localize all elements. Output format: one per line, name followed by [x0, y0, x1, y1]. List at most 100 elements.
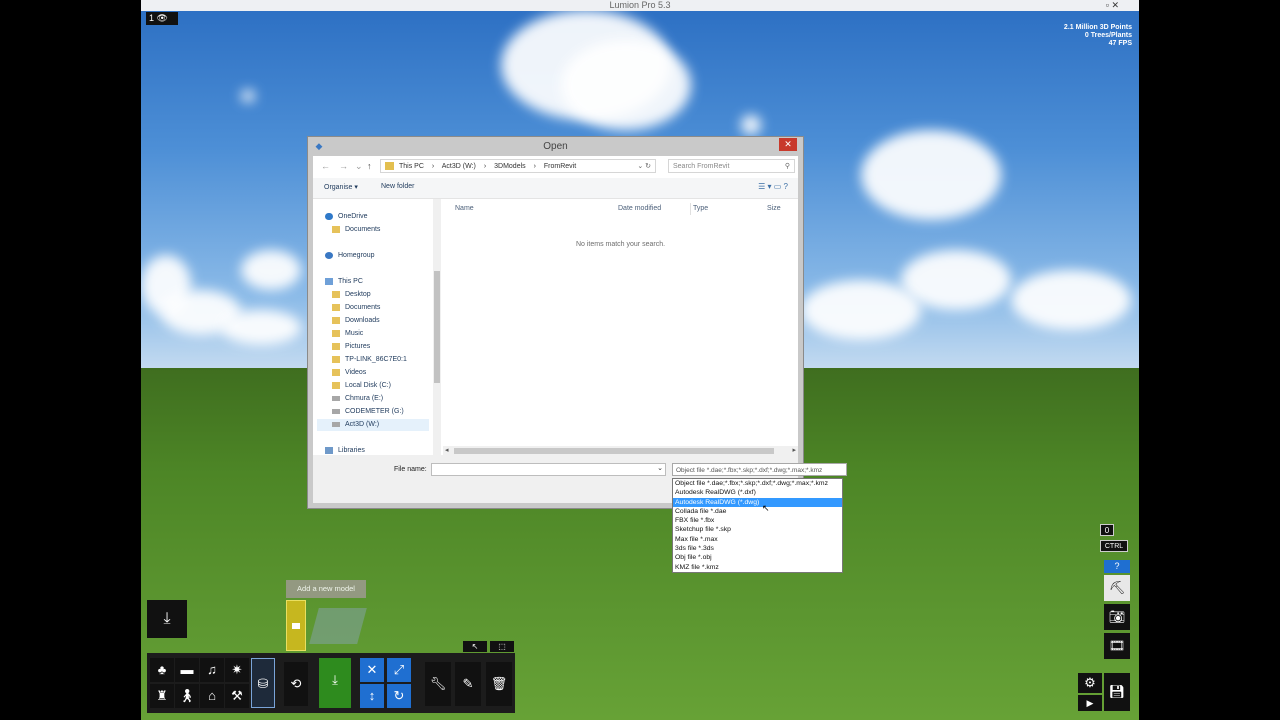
library-icon [325, 446, 333, 454]
address-bar[interactable]: This PC › Act3D (W:) › 3DModels › FromRe… [380, 159, 656, 173]
nav-item-codemeter[interactable]: CODEMETER (G:) [332, 406, 404, 418]
column-divider[interactable] [690, 203, 691, 215]
import-model-button[interactable]: ⤓ [147, 600, 187, 638]
add-model-tooltip: Add a new model [286, 580, 366, 598]
nav-item-music[interactable]: Music [332, 328, 363, 340]
zero-button[interactable]: 0 [1100, 524, 1114, 536]
people-icon[interactable]: 🚶︎ [175, 684, 199, 708]
rotate-icon[interactable]: ↻ [387, 684, 411, 708]
column-type[interactable]: Type [693, 205, 708, 212]
column-date-modified[interactable]: Date modified [618, 205, 661, 212]
height-icon[interactable]: ↕ [360, 684, 384, 708]
file-type-option[interactable]: Object file *.dae;*.fbx;*.skp;*.dxf;*.dw… [673, 479, 842, 488]
file-type-option[interactable]: Autodesk RealDWG (*.dxf) [673, 488, 842, 497]
file-type-option[interactable]: KMZ file *.kmz [673, 563, 842, 572]
refresh-icon[interactable]: ⌄ ↻ [637, 160, 651, 174]
outdoor-icon[interactable]: ⌂ [200, 684, 224, 708]
folder-icon [332, 342, 340, 350]
view-options-icons[interactable]: ☰ ▾ ▭ ? [758, 182, 788, 191]
search-icon[interactable]: ⚲ [785, 160, 790, 174]
breadcrumb-3dmodels[interactable]: 3DModels [494, 163, 526, 170]
nav-item-documents-pc[interactable]: Documents [332, 302, 380, 314]
ctrl-button[interactable]: CTRL [1100, 540, 1128, 552]
file-type-option[interactable]: Max file *.max [673, 535, 842, 544]
model-thumbnail[interactable] [309, 608, 367, 644]
nav-item-tp-link[interactable]: TP-LINK_86C7E0:1 [332, 354, 407, 366]
transport-icon[interactable]: ▬ [175, 658, 199, 682]
camera-icon[interactable]: 📷︎ [1104, 604, 1130, 630]
help-button[interactable]: ? [1104, 560, 1130, 573]
save-icon[interactable]: 💾︎ [1104, 673, 1130, 711]
movie-icon[interactable]: 🎞︎ [1104, 633, 1130, 659]
navigation-pane: OneDrive Documents Homegroup This PC Des… [313, 199, 433, 455]
nav-item-this-pc[interactable]: This PC [325, 276, 363, 288]
file-list[interactable]: Name Date modified Type Size No items ma… [443, 199, 798, 455]
forward-button[interactable]: → [339, 161, 348, 171]
nav-item-act3d[interactable]: Act3D (W:) [317, 419, 429, 431]
nav-item-pictures[interactable]: Pictures [332, 341, 370, 353]
back-button[interactable]: ← [321, 161, 330, 171]
breadcrumb-sep[interactable]: › [534, 163, 536, 170]
sound-icon[interactable]: ♫ [200, 658, 224, 682]
move-icon[interactable]: ✕ [360, 658, 384, 682]
file-type-select[interactable]: Object file *.dae;*.fbx;*.skp;*.dxf;*.dw… [672, 463, 847, 476]
scroll-right-icon[interactable]: ▸ [792, 446, 796, 454]
viewport-badge[interactable]: 1 👁 [146, 12, 178, 25]
indoor-icon[interactable]: ♜ [150, 684, 174, 708]
nav-item-videos[interactable]: Videos [332, 367, 366, 379]
special-objects-icon[interactable]: ⚒ [225, 684, 249, 708]
scroll-left-icon[interactable]: ◂ [445, 446, 449, 454]
breadcrumb-sep[interactable]: › [432, 163, 434, 170]
file-name-input[interactable]: ⌄ [431, 463, 666, 476]
organise-button[interactable]: Organise ▾ [324, 183, 358, 191]
swap-icon[interactable]: ⟲ [284, 662, 308, 706]
breadcrumb-this-pc[interactable]: This PC [399, 163, 424, 170]
window-controls[interactable]: ▫ ✕ [1106, 0, 1119, 11]
file-type-option[interactable]: FBX file *.fbx [673, 516, 842, 525]
trash-icon[interactable]: 🗑︎ [486, 662, 512, 706]
file-type-option-highlighted[interactable]: Autodesk RealDWG (*.dwg) [673, 497, 842, 507]
nav-item-local-disk[interactable]: Local Disk (C:) [332, 380, 391, 392]
scrollbar-thumb[interactable] [454, 448, 774, 454]
chevron-down-icon[interactable]: ⌄ [657, 464, 663, 472]
file-type-dropdown-list[interactable]: Object file *.dae;*.fbx;*.skp;*.dxf;*.dw… [672, 478, 843, 573]
wrench-icon[interactable]: 🔧︎ [425, 662, 451, 706]
scrollbar-thumb[interactable] [434, 271, 440, 383]
search-input[interactable]: Search FromRevit ⚲ [668, 159, 795, 173]
recent-dropdown-button[interactable]: ⌄ [355, 161, 363, 172]
nav-item-desktop[interactable]: Desktop [332, 289, 371, 301]
scale-icon[interactable]: ⤢ [387, 658, 411, 682]
build-mode-icon[interactable]: ⛏ [1104, 575, 1130, 601]
nav-item-homegroup[interactable]: Homegroup [325, 250, 375, 262]
box-select-icon[interactable]: ⬚ [490, 641, 514, 652]
nav-item-onedrive[interactable]: OneDrive [325, 211, 368, 223]
pencil-icon[interactable]: ✎ [455, 662, 481, 706]
breadcrumb-sep[interactable]: › [484, 163, 486, 170]
command-bar: Organise ▾ New folder ☰ ▾ ▭ ? [313, 178, 798, 199]
place-object-button[interactable]: ⤓ [319, 658, 351, 708]
select-icon[interactable]: ↖ [463, 641, 487, 652]
file-type-option[interactable]: Obj file *.obj [673, 553, 842, 562]
nav-item-downloads[interactable]: Downloads [332, 315, 380, 327]
horizontal-scrollbar[interactable]: ◂ ▸ [443, 446, 798, 455]
nav-item-documents[interactable]: Documents [332, 224, 380, 236]
column-name[interactable]: Name [455, 205, 474, 212]
file-type-option[interactable]: Sketchup file *.skp [673, 525, 842, 534]
imported-model-category-icon[interactable]: ⛁ [251, 658, 275, 708]
nav-scrollbar[interactable] [433, 199, 441, 455]
close-button[interactable]: ✕ [779, 138, 797, 151]
imported-models-tab[interactable] [286, 600, 306, 651]
nav-item-chmura[interactable]: Chmura (E:) [332, 393, 383, 405]
breadcrumb-fromrevit[interactable]: FromRevit [544, 163, 576, 170]
gear-icon[interactable]: ⚙ [1078, 673, 1102, 693]
effects-icon[interactable]: ✷ [225, 658, 249, 682]
nav-item-label: Documents [345, 304, 381, 311]
file-type-option[interactable]: 3ds file *.3ds [673, 544, 842, 553]
play-icon[interactable]: ▶ [1078, 695, 1102, 711]
file-type-option[interactable]: Collada file *.dae [673, 507, 842, 516]
column-size[interactable]: Size [767, 205, 781, 212]
up-button[interactable]: ↑ [367, 161, 372, 171]
nature-icon[interactable]: ♣ [150, 658, 174, 682]
new-folder-button[interactable]: New folder [381, 183, 414, 190]
breadcrumb-act3d[interactable]: Act3D (W:) [442, 163, 476, 170]
